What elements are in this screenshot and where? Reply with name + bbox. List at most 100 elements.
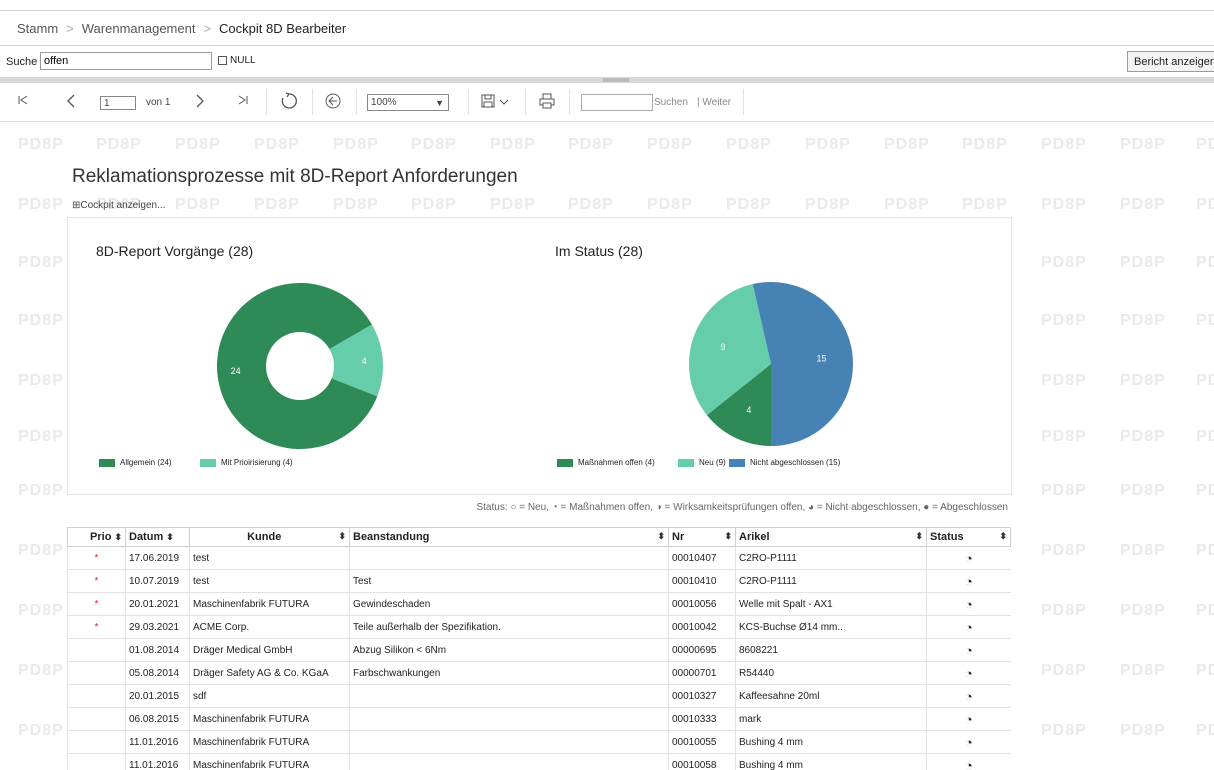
table-header-row: Prio ⬍ Datum ⬍ Kunde ⬍ Beanstandung ⬍ Nr ⬍ Ar… bbox=[67, 527, 1011, 547]
cell-nr: 00010410 bbox=[668, 569, 736, 593]
breadcrumb-item-stamm[interactable]: Stamm bbox=[17, 21, 58, 36]
refresh-icon[interactable] bbox=[279, 91, 299, 111]
column-header-datum[interactable]: Datum ⬍ bbox=[125, 527, 190, 547]
data-label: 24 bbox=[231, 366, 241, 376]
cell-kunde: Maschinenfabrik FUTURA bbox=[189, 730, 350, 754]
watermark-text: PD8P bbox=[647, 196, 693, 213]
cell-prio: * bbox=[67, 592, 126, 616]
table-row[interactable]: * 17.06.2019 test 00010407 C2RO-P1111 ◔ bbox=[67, 546, 1011, 570]
watermark-text: PD8P bbox=[1196, 196, 1214, 213]
save-icon[interactable] bbox=[480, 93, 496, 109]
data-label: 4 bbox=[746, 405, 751, 415]
table-row[interactable]: 05.08.2014 Dräger Safety AG & Co. KGaA Far… bbox=[67, 661, 1011, 685]
cell-beanstandung: Farbschwankungen bbox=[349, 661, 669, 685]
table-row[interactable]: 20.01.2015 sdf 00010327 Kaffeesahne 20ml ◔ bbox=[67, 684, 1011, 708]
chevron-down-icon[interactable] bbox=[499, 99, 509, 107]
cockpit-expander[interactable]: ⊞Cockpit anzeigen... bbox=[72, 200, 165, 211]
cell-beanstandung bbox=[349, 684, 669, 708]
watermark-text: PD8P bbox=[490, 196, 536, 213]
status-icon: ◔ bbox=[926, 615, 1011, 639]
find-button[interactable]: Suchen bbox=[654, 97, 688, 108]
watermark-text: PD8P bbox=[726, 196, 772, 213]
back-icon[interactable] bbox=[324, 92, 342, 110]
cell-nr: 00010055 bbox=[668, 730, 736, 754]
cell-beanstandung: Test bbox=[349, 569, 669, 593]
watermark-text: PD8P bbox=[568, 136, 614, 153]
status-icon: ◔ bbox=[926, 661, 1011, 685]
breadcrumb-item-warenmanagement[interactable]: Warenmanagement bbox=[82, 21, 196, 36]
next-page-icon[interactable] bbox=[193, 93, 207, 109]
watermark-text: PD8P bbox=[1196, 254, 1214, 271]
splitter-grip[interactable] bbox=[603, 78, 629, 82]
checkbox-icon[interactable] bbox=[218, 56, 227, 65]
table-row[interactable]: 11.01.2016 Maschinenfabrik FUTURA 00010058… bbox=[67, 753, 1011, 770]
watermark-text: PD8P bbox=[18, 428, 64, 445]
table-row[interactable]: 01.08.2014 Dräger Medical GmbH Abzug Silik… bbox=[67, 638, 1011, 662]
data-label: 15 bbox=[817, 353, 827, 363]
show-report-button[interactable]: Bericht anzeigen bbox=[1127, 51, 1214, 72]
search-input[interactable] bbox=[40, 52, 212, 70]
watermark-text: PD8P bbox=[1196, 312, 1214, 329]
watermark-text: PD8P bbox=[1120, 428, 1166, 445]
column-header-kunde[interactable]: Kunde ⬍ bbox=[189, 527, 350, 547]
first-page-icon[interactable] bbox=[16, 93, 30, 107]
cell-kunde: Dräger Safety AG & Co. KGaA bbox=[189, 661, 350, 685]
watermark-text: PD8P bbox=[254, 136, 300, 153]
chevron-right-icon: > bbox=[203, 20, 212, 36]
cell-nr: 00000695 bbox=[668, 638, 736, 662]
column-header-beanstandung[interactable]: Beanstandung ⬍ bbox=[349, 527, 669, 547]
table-row[interactable]: * 10.07.2019 test Test 00010410 C2RO-P1111 ◔ bbox=[67, 569, 1011, 593]
breadcrumb-item-current: Cockpit 8D Bearbeiter bbox=[219, 20, 347, 36]
watermark-text: PD8P bbox=[1041, 428, 1087, 445]
null-checkbox[interactable]: NULL bbox=[218, 55, 256, 66]
cell-datum: 10.07.2019 bbox=[125, 569, 190, 593]
last-page-icon[interactable] bbox=[236, 93, 250, 107]
cell-datum: 05.08.2014 bbox=[125, 661, 190, 685]
zoom-value: 100% bbox=[371, 97, 397, 108]
previous-page-icon[interactable] bbox=[64, 93, 78, 109]
table-row[interactable]: * 20.01.2021 Maschinenfabrik FUTURA Gewinde… bbox=[67, 592, 1011, 616]
table-row[interactable]: 11.01.2016 Maschinenfabrik FUTURA 00010055… bbox=[67, 730, 1011, 754]
cell-kunde: Maschinenfabrik FUTURA bbox=[189, 753, 350, 770]
watermark-text: PD8P bbox=[1041, 662, 1087, 679]
column-header-status[interactable]: Status ⬍ bbox=[926, 527, 1011, 547]
cell-beanstandung bbox=[349, 730, 669, 754]
cell-artikel: R54440 bbox=[735, 661, 927, 685]
watermark-text: PD8P bbox=[1041, 602, 1087, 619]
toolbar-divider bbox=[312, 89, 313, 115]
chart-panel: 8D-Report Vorgänge (28) Im Status (28) 4… bbox=[67, 217, 1012, 495]
column-header-prio[interactable]: Prio ⬍ bbox=[67, 527, 126, 547]
sort-icon: ⬍ bbox=[657, 531, 665, 541]
legend-label: Mit Prioirisierung (4) bbox=[221, 458, 293, 467]
column-header-nr[interactable]: Nr ⬍ bbox=[668, 527, 736, 547]
watermark-text: PD8P bbox=[1041, 136, 1087, 153]
page-number-input[interactable]: 1 bbox=[100, 96, 136, 110]
cell-nr: 00010056 bbox=[668, 592, 736, 616]
watermark-text: PD8P bbox=[1196, 542, 1214, 559]
cell-prio bbox=[67, 638, 126, 662]
status-icon: ◔ bbox=[926, 753, 1011, 770]
zoom-select[interactable]: 100% ▼ bbox=[367, 94, 449, 111]
print-icon[interactable] bbox=[538, 92, 556, 110]
search-label: Suche bbox=[6, 56, 38, 68]
find-next-button[interactable]: | Weiter bbox=[697, 97, 731, 108]
cell-datum: 01.08.2014 bbox=[125, 638, 190, 662]
table-row[interactable]: 06.08.2015 Maschinenfabrik FUTURA 00010333… bbox=[67, 707, 1011, 731]
column-header-artikel[interactable]: Arikel ⬍ bbox=[735, 527, 927, 547]
watermark-text: PD8P bbox=[1196, 662, 1214, 679]
watermark-text: PD8P bbox=[1120, 722, 1166, 739]
cell-artikel: Bushing 4 mm bbox=[735, 753, 927, 770]
watermark-text: PD8P bbox=[1120, 136, 1166, 153]
report-canvas: PD8P PD8P PD8P PD8P PD8P PD8P PD8P PD8P PD8P PD8P… bbox=[0, 122, 1214, 770]
cell-beanstandung bbox=[349, 707, 669, 731]
sort-icon: ⬍ bbox=[166, 532, 174, 542]
cell-prio: * bbox=[67, 569, 126, 593]
pie-charts: 4 24 4 9 15 bbox=[216, 282, 854, 449]
watermark-text: PD8P bbox=[1041, 542, 1087, 559]
cell-prio: * bbox=[67, 546, 126, 570]
table-row[interactable]: * 29.03.2021 ACME Corp. Teile außerhalb der… bbox=[67, 615, 1011, 639]
watermark-text: PD8P bbox=[1120, 254, 1166, 271]
cell-nr: 00010407 bbox=[668, 546, 736, 570]
watermark-text: PD8P bbox=[411, 136, 457, 153]
find-input[interactable] bbox=[581, 94, 653, 111]
